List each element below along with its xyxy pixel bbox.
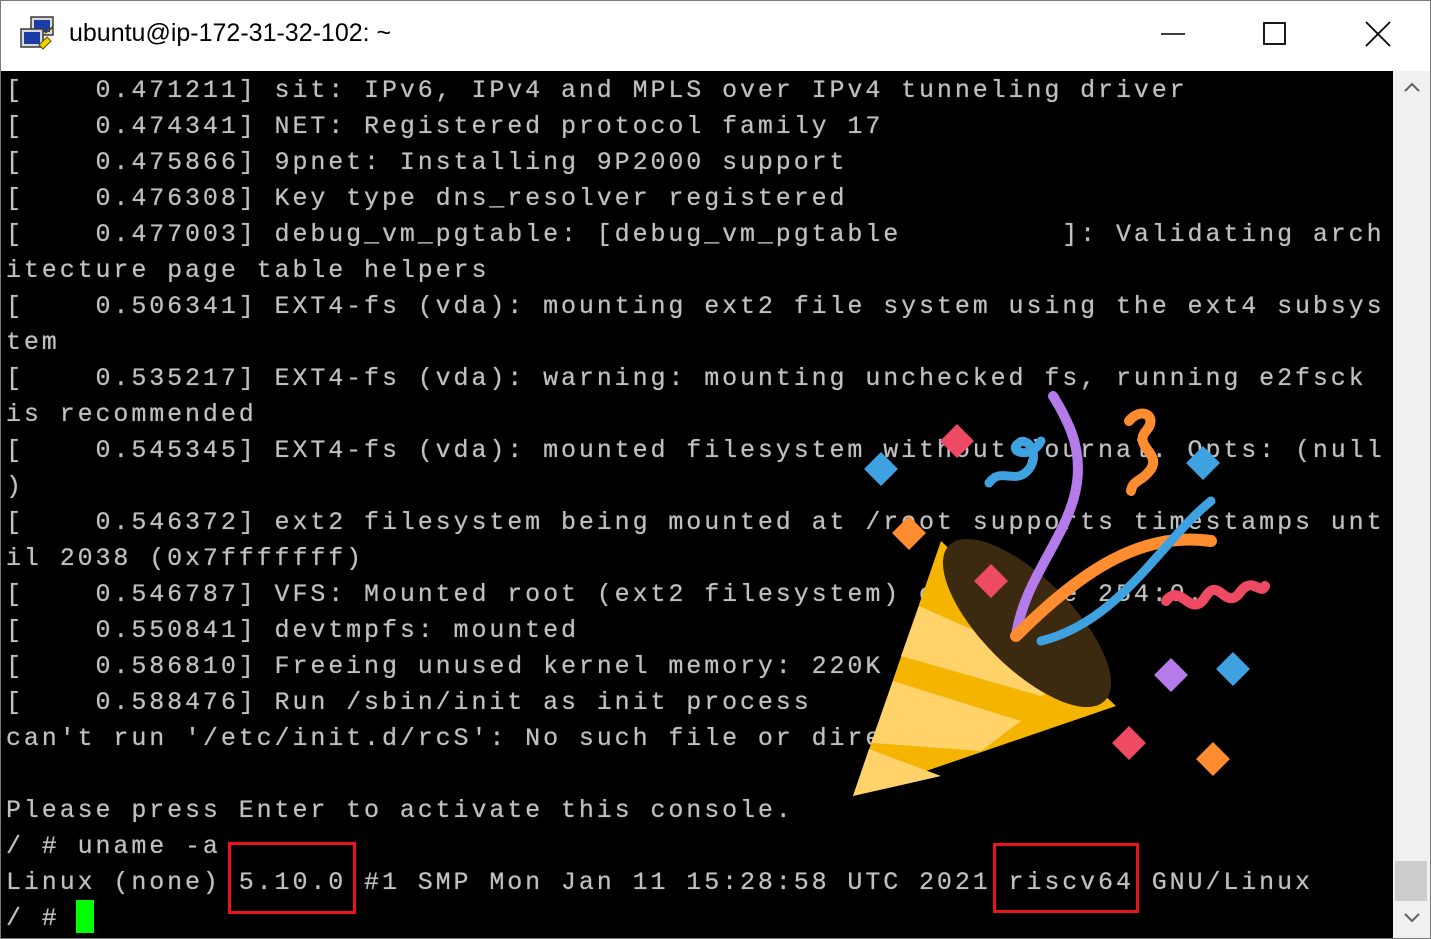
terminal-line: is recommended: [6, 400, 257, 429]
terminal-line: [ 0.476308] Key type dns_resolver regist…: [6, 184, 848, 213]
terminal-line: tem: [6, 328, 60, 357]
title-bar[interactable]: ubuntu@ip-172-31-32-102: ~: [1, 1, 1430, 71]
arch-highlight-box: [993, 843, 1139, 913]
terminal-line: itecture page table helpers: [6, 256, 490, 285]
terminal-line: [ 0.550841] devtmpfs: mounted: [6, 616, 579, 645]
terminal-line: [ 0.586810] Freeing unused kernel memory…: [6, 652, 884, 681]
maximize-icon: [1262, 21, 1288, 52]
terminal-line: [ 0.588476] Run /sbin/init as init proce…: [6, 688, 812, 717]
terminal-line: ): [6, 472, 24, 501]
terminal-cursor: [76, 900, 94, 933]
terminal-line: Please press Enter to activate this cons…: [6, 796, 794, 825]
scrollbar-thumb[interactable]: [1395, 861, 1427, 901]
close-button[interactable]: [1326, 1, 1430, 71]
close-icon: [1364, 20, 1392, 53]
party-popper-icon: [841, 391, 1281, 811]
terminal-line: [ 0.506341] EXT4-fs (vda): mounting ext2…: [6, 292, 1385, 321]
terminal-line: [ 0.475866] 9pnet: Installing 9P2000 sup…: [6, 148, 848, 177]
terminal-line: / # uname -a: [6, 832, 221, 861]
version-highlight-box: [228, 842, 356, 914]
minimize-icon: [1160, 21, 1186, 52]
vertical-scrollbar[interactable]: [1393, 71, 1430, 938]
terminal-line: il 2038 (0x7fffffff): [6, 544, 365, 573]
terminal-line: [ 0.477003] debug_vm_pgtable: [debug_vm_…: [6, 220, 1385, 249]
terminal-prompt: / #: [6, 904, 78, 933]
chevron-up-icon: [1403, 80, 1421, 98]
putty-icon[interactable]: [17, 15, 61, 55]
scroll-up-button[interactable]: [1393, 71, 1430, 107]
maximize-button[interactable]: [1223, 1, 1327, 71]
window-title: ubuntu@ip-172-31-32-102: ~: [69, 19, 392, 47]
putty-window: ubuntu@ip-172-31-32-102: ~ [ 0.471211] s…: [0, 0, 1431, 939]
terminal-line: [ 0.474341] NET: Registered protocol fam…: [6, 112, 884, 141]
terminal-line: [ 0.471211] sit: IPv6, IPv4 and MPLS ove…: [6, 76, 1188, 105]
minimize-button[interactable]: [1121, 1, 1225, 71]
terminal-line: can't run '/etc/init.d/rcS': No such fil…: [6, 724, 973, 753]
scroll-down-button[interactable]: [1393, 902, 1430, 938]
chevron-down-icon: [1403, 911, 1421, 929]
